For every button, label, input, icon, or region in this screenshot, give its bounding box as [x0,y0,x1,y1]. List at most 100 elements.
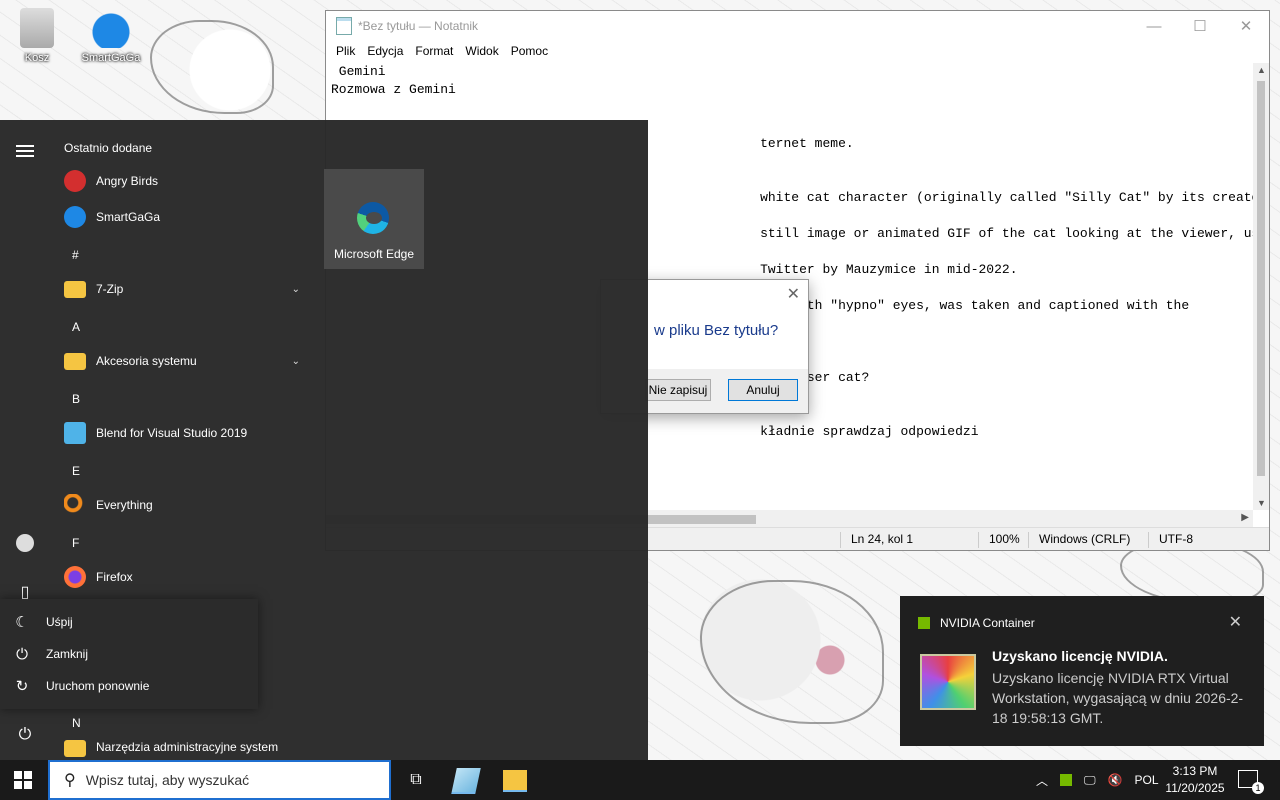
letter-header[interactable]: N [72,716,81,730]
angry-birds-icon [64,170,86,192]
app-7zip[interactable]: 7-Zip ⌄ [50,272,310,306]
search-icon: ⚲ [64,772,76,789]
status-position: Ln 24, kol 1 [840,532,913,548]
sleep-option[interactable]: ☾ Uśpij [0,606,258,638]
scroll-thumb[interactable] [1257,81,1265,476]
app-label: Everything [96,498,153,512]
maximize-button[interactable]: ☐ [1177,11,1223,41]
menu-bar: Plik Edycja Format Widok Pomoc [326,41,1269,61]
scroll-down-icon[interactable]: ▼ [1257,498,1266,508]
app-label: Narzędzia administracyjne system [96,740,279,754]
app-angry-birds[interactable]: Angry Birds [50,164,310,198]
search-placeholder: Wpisz tutaj, aby wyszukać [85,772,250,788]
dialog-close-icon[interactable]: ✕ [787,284,800,304]
letter-header[interactable]: E [72,464,80,478]
notification-center-icon[interactable]: 1 [1238,770,1264,794]
blend-icon [64,422,86,444]
folder-icon [64,740,86,757]
app-everything[interactable]: Everything [50,488,310,522]
restart-icon: ↻ [15,678,29,695]
vertical-scrollbar[interactable]: ▲ ▼ [1253,63,1269,510]
windows-start-icon[interactable] [14,771,32,789]
minimize-button[interactable]: — [1131,11,1177,41]
app-label: Akcesoria systemu [96,354,197,368]
notepad-taskbar-icon[interactable] [451,768,481,794]
tile-label: Microsoft Edge [333,247,415,261]
volume-muted-icon[interactable]: 🔇 [1108,773,1123,787]
clock-time: 3:13 PM [1172,764,1218,778]
menu-file[interactable]: Plik [330,44,361,58]
magnifier-icon [64,494,86,516]
power-menu: ☾ Uśpij ⏻ Zamknij ↻ Uruchom ponownie [0,599,258,709]
clock[interactable]: 3:13 PM 11/20/2025 [1160,763,1230,797]
dialog-question: w pliku Bez tytułu? [654,322,779,339]
letter-header[interactable]: A [72,320,80,334]
app-smartgaga[interactable]: SmartGaGa [50,200,310,234]
app-blend-visual-studio[interactable]: Blend for Visual Studio 2019 [50,416,310,450]
recently-added-header: Ostatnio dodane [64,141,153,155]
cancel-button[interactable]: Anuluj [728,379,798,401]
app-label: 7-Zip [96,282,124,296]
menu-edit[interactable]: Edycja [361,44,409,58]
text-line: Rozmowa z Gemini [331,82,456,97]
app-firefox[interactable]: Firefox [50,560,310,594]
power-icon: ⏻ [16,645,28,663]
status-encoding: UTF-8 [1148,532,1193,548]
user-icon[interactable] [15,534,35,554]
language-indicator[interactable]: POL [1135,773,1159,787]
taskbar: ⚲ Wpisz tutaj, aby wyszukać ⧉ ︿ 🖵 🔇 POL … [0,760,1280,800]
dont-save-button[interactable]: Nie zapisuj [645,379,711,401]
toast-close-icon[interactable]: ✕ [1229,612,1242,632]
toast-app-name: NVIDIA Container [940,616,1035,630]
restart-option[interactable]: ↻ Uruchom ponownie [0,670,258,702]
power-option-label: Zamknij [46,647,89,661]
swan-icon [64,206,86,228]
close-button[interactable]: ✕ [1223,11,1269,41]
menu-help[interactable]: Pomoc [505,44,554,58]
scroll-up-icon[interactable]: ▲ [1257,65,1266,75]
power-option-label: Uśpij [46,615,73,629]
power-icon[interactable]: ⏻ [15,726,35,746]
app-label: SmartGaGa [96,210,161,224]
title-bar[interactable]: *Bez tytułu — Notatnik — ☐ ✕ [326,11,1269,41]
nvidia-tray-icon[interactable] [1060,774,1073,786]
tile-microsoft-edge[interactable]: Microsoft Edge [324,169,424,269]
desktop-icon-recycle-bin[interactable]: Kosz [2,8,72,64]
toast-heading: Uzyskano licencję NVIDIA. [992,648,1168,664]
app-narzedzia-administracyjne[interactable]: Narzędzia administracyjne system [50,740,310,760]
file-explorer-icon[interactable] [503,770,527,792]
menu-format[interactable]: Format [409,44,459,58]
chevron-down-icon[interactable]: ⌄ [292,284,300,295]
task-view-icon[interactable]: ⧉ [404,768,428,792]
chevron-down-icon[interactable]: ⌄ [292,356,300,367]
letter-header[interactable]: # [72,248,79,262]
app-label: Firefox [96,570,133,584]
app-label: Angry Birds [96,174,159,188]
notification-toast[interactable]: NVIDIA Container ✕ Uzyskano licencję NVI… [900,596,1264,746]
firefox-icon [64,566,86,588]
notepad-icon [336,17,352,35]
status-line-ending: Windows (CRLF) [1028,532,1130,548]
notification-count-badge: 1 [1252,782,1264,794]
letter-header[interactable]: F [72,536,79,550]
start-menu: Ostatnio dodane Angry Birds SmartGaGa # … [0,120,648,760]
moon-icon: ☾ [15,614,29,631]
desktop-icon-smartgaga[interactable]: SmartGaGa [76,8,146,64]
app-akcesoria-systemu[interactable]: Akcesoria systemu ⌄ [50,344,310,378]
clock-date: 11/20/2025 [1165,781,1225,795]
swan-icon [91,8,131,48]
recycle-bin-icon [20,8,54,48]
hamburger-menu-icon[interactable] [16,142,34,160]
power-option-label: Uruchom ponownie [46,679,150,693]
toast-body: Uzyskano licencję NVIDIA RTX Virtual Wor… [992,670,1244,726]
folder-icon [64,280,86,298]
letter-header[interactable]: B [72,392,80,406]
nvidia-license-icon [920,654,976,710]
desktop-icon-label: Kosz [24,52,50,64]
network-icon[interactable]: 🖵 [1084,773,1096,788]
scroll-right-icon[interactable]: ▶ [1241,512,1249,523]
shutdown-option[interactable]: ⏻ Zamknij [0,638,258,670]
chevron-up-icon[interactable]: ︿ [1036,772,1048,789]
menu-view[interactable]: Widok [459,44,504,58]
search-box[interactable]: ⚲ Wpisz tutaj, aby wyszukać [48,760,391,800]
